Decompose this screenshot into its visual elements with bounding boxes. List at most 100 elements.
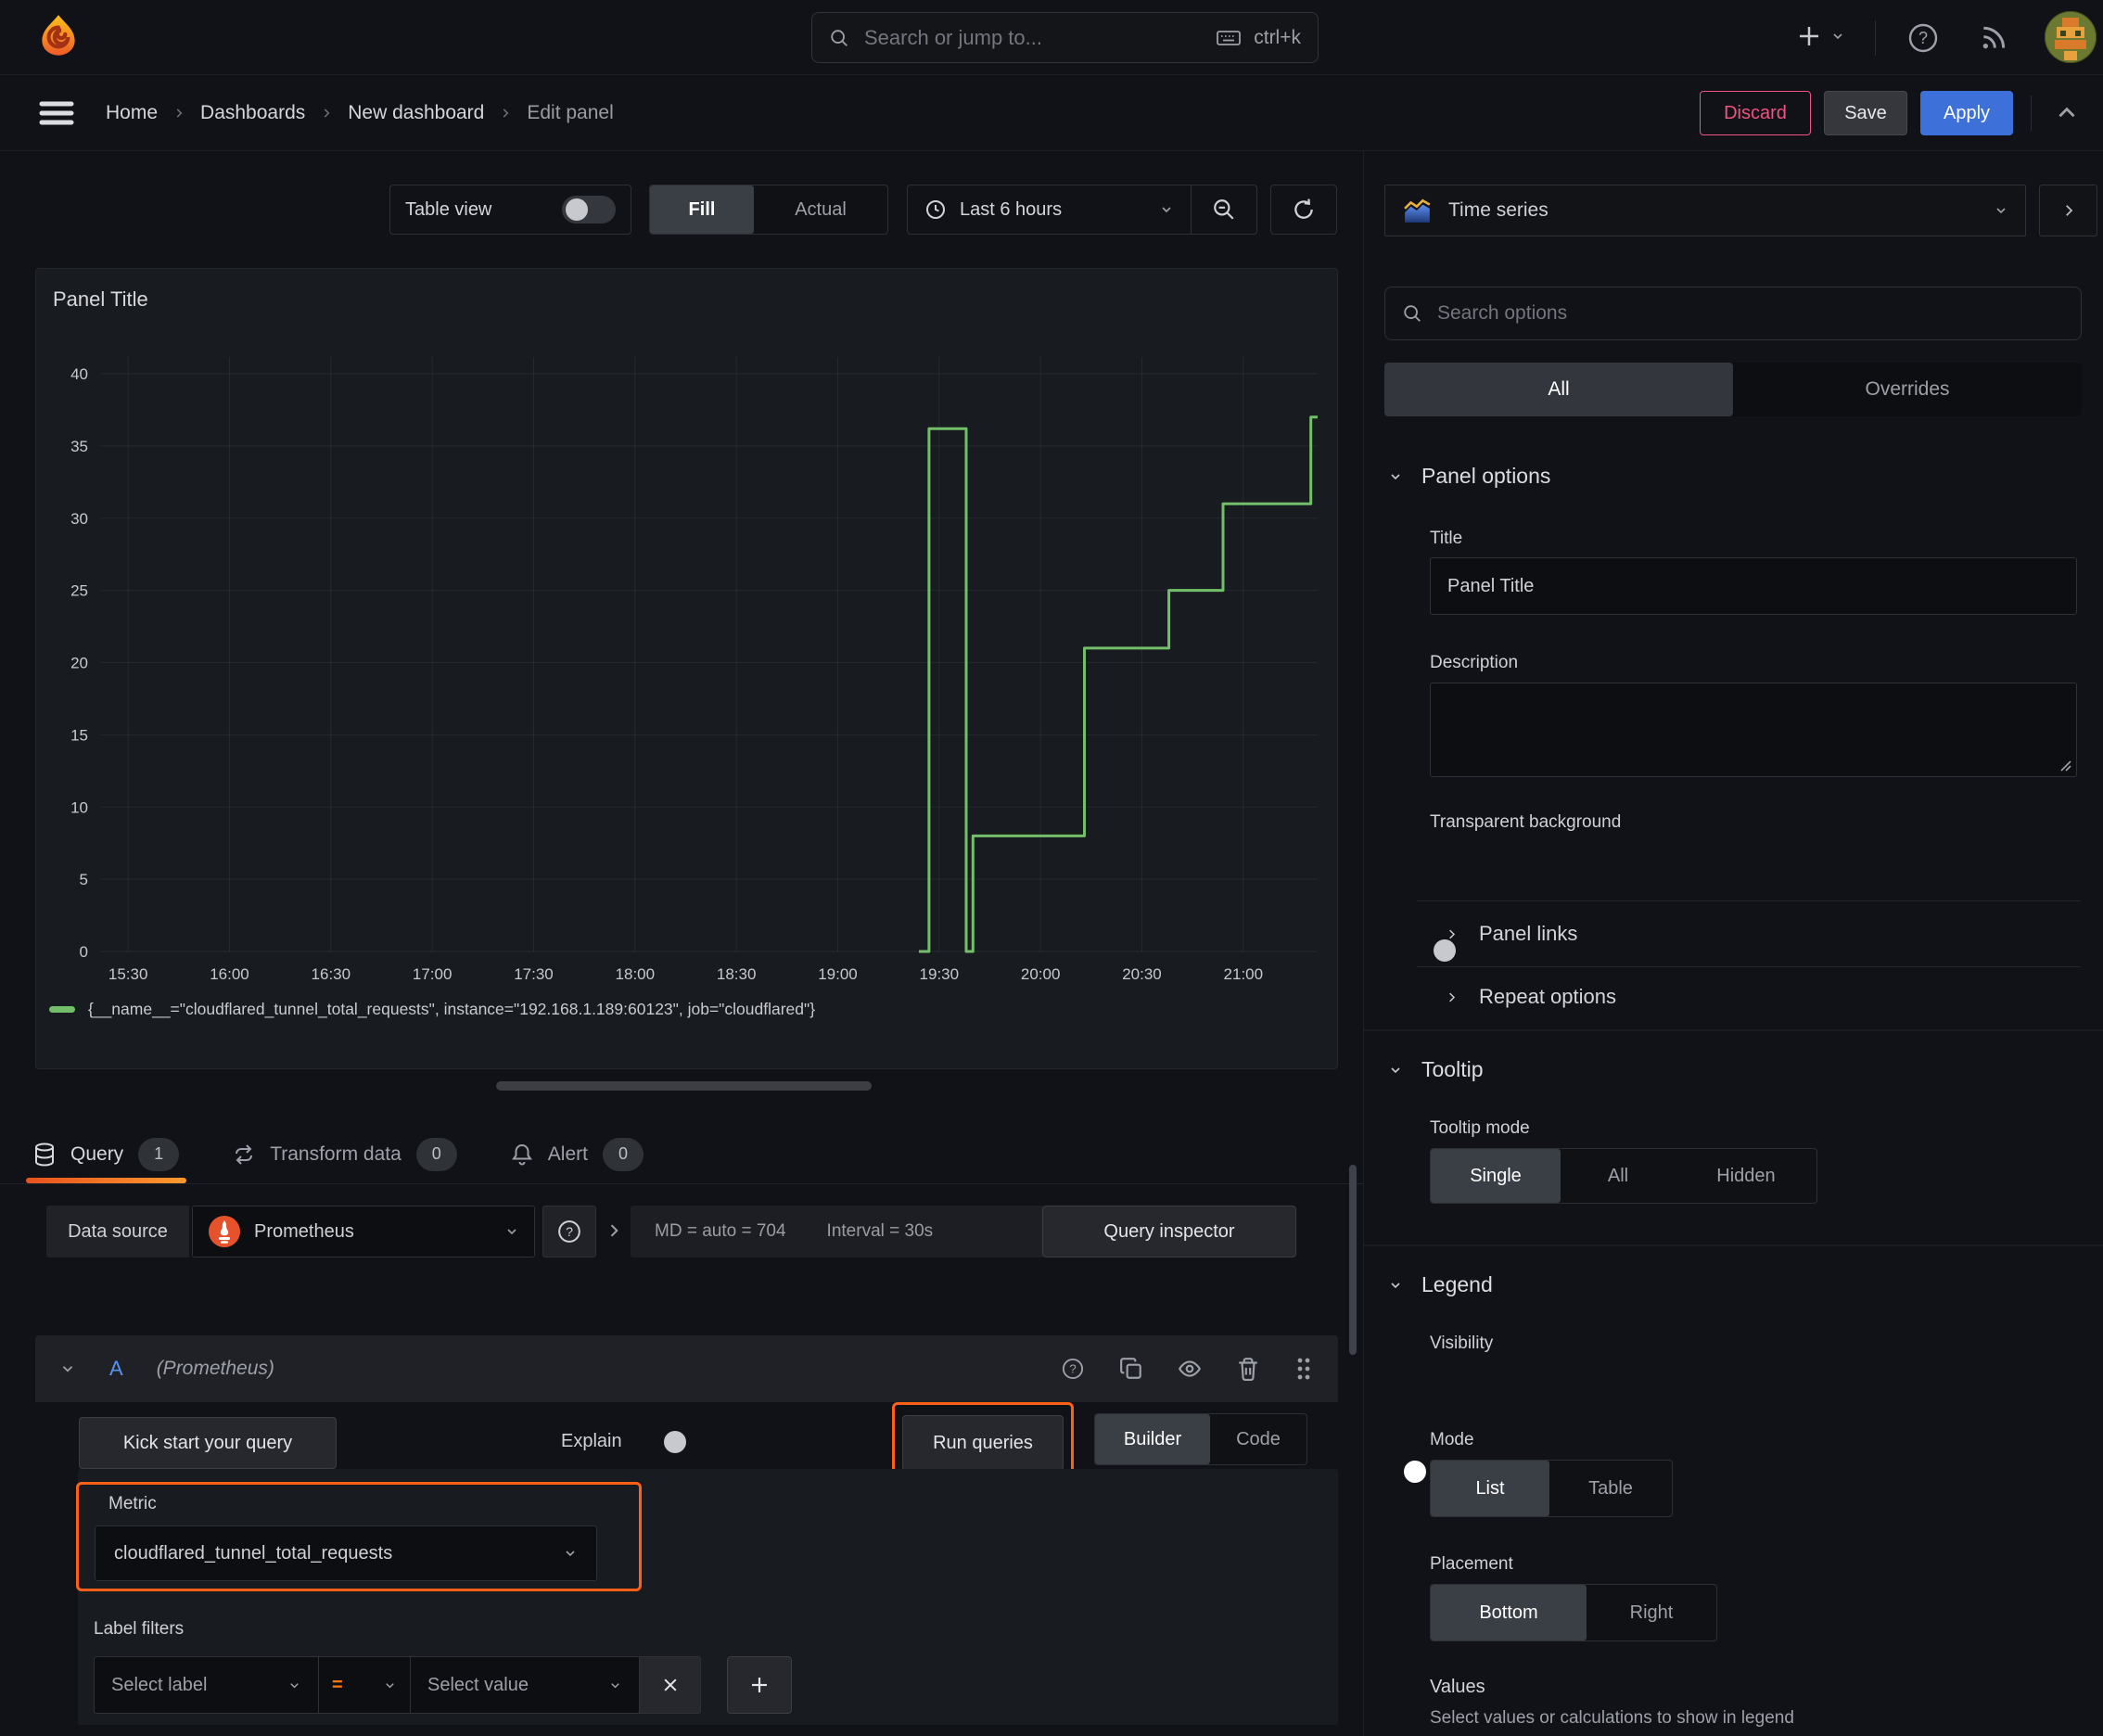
duplicate-query-icon[interactable] (1119, 1357, 1143, 1381)
global-search-box[interactable]: ctrl+k (811, 12, 1319, 63)
svg-text:19:30: 19:30 (920, 965, 960, 983)
add-filter-button[interactable] (727, 1656, 792, 1714)
query-inspector-button[interactable]: Query inspector (1042, 1206, 1296, 1257)
legend-mode-list[interactable]: List (1431, 1461, 1549, 1516)
table-view-toggle[interactable] (562, 196, 616, 223)
legend-series-label[interactable]: {__name__="cloudflared_tunnel_total_requ… (88, 1000, 815, 1019)
kick-start-query-button[interactable]: Kick start your query (79, 1417, 337, 1469)
tooltip-mode-all[interactable]: All (1561, 1149, 1676, 1203)
tab-query[interactable]: Query 1 (25, 1125, 187, 1183)
label-filter-value-select[interactable]: Select value (411, 1656, 640, 1714)
open-viz-picker-button[interactable] (2039, 185, 2097, 236)
tab-transform-data[interactable]: Transform data 0 (233, 1125, 457, 1183)
main-scrollbar[interactable] (1349, 1165, 1357, 1355)
refresh-button[interactable] (1270, 185, 1337, 235)
panel-resize-handle[interactable] (496, 1081, 872, 1091)
panel-title-input[interactable] (1430, 557, 2077, 615)
svg-text:15:30: 15:30 (108, 965, 148, 983)
tab-transform-label: Transform data (270, 1142, 401, 1165)
interval-stat: Interval = 30s (826, 1221, 934, 1241)
metric-select[interactable]: cloudflared_tunnel_total_requests (95, 1525, 597, 1581)
repeat-options-header[interactable]: Repeat options (1445, 985, 1616, 1009)
time-series-chart[interactable]: 0 5 10 15 20 25 30 35 40 15:30 16:00 16:30 17:00 17:3… (36, 269, 1337, 1068)
user-avatar[interactable] (2044, 10, 2097, 64)
tooltip-mode-label: Tooltip mode (1430, 1118, 1530, 1138)
chevron-down-icon[interactable] (59, 1360, 76, 1377)
add-menu-button[interactable] (1795, 22, 1845, 50)
svg-text:0: 0 (80, 943, 88, 961)
legend-mode-table[interactable]: Table (1549, 1461, 1672, 1516)
datasource-help-button[interactable]: ? (542, 1206, 596, 1257)
toggle-visibility-eye-icon[interactable] (1177, 1357, 1203, 1381)
svg-text:40: 40 (70, 365, 88, 383)
remove-filter-button[interactable] (640, 1656, 701, 1714)
svg-text:16:30: 16:30 (312, 965, 351, 983)
delete-query-trash-icon[interactable] (1236, 1357, 1260, 1381)
breadcrumb-dashboards[interactable]: Dashboards (200, 102, 305, 124)
time-range-label: Last 6 hours (960, 198, 1063, 220)
legend-series-swatch[interactable] (49, 1006, 75, 1013)
datasource-picker[interactable]: Prometheus (192, 1206, 535, 1257)
builder-option[interactable]: Builder (1095, 1414, 1210, 1464)
svg-text:?: ? (1918, 29, 1928, 47)
code-option[interactable]: Code (1210, 1414, 1306, 1464)
tab-alert[interactable]: Alert 0 (511, 1125, 644, 1183)
label-filter-operator-select[interactable]: = (319, 1656, 411, 1714)
table-view-toggle-group[interactable]: Table view (389, 185, 631, 235)
fill-option[interactable]: Fill (650, 185, 754, 234)
legend-section-header[interactable]: Legend (1388, 1272, 1493, 1297)
legend-placement-bottom[interactable]: Bottom (1431, 1585, 1587, 1640)
description-field-label: Description (1430, 653, 1519, 672)
query-row-header[interactable]: A (Prometheus) ? (35, 1335, 1338, 1402)
menu-hamburger-icon[interactable] (39, 99, 74, 127)
tooltip-mode-single[interactable]: Single (1431, 1149, 1561, 1203)
options-search-input[interactable] (1435, 301, 2064, 326)
collapse-options-chevron-icon[interactable] (605, 1219, 623, 1243)
chart-legend[interactable]: {__name__="cloudflared_tunnel_total_requ… (49, 1000, 815, 1019)
metric-highlight: Metric cloudflared_tunnel_total_requests (76, 1482, 642, 1591)
tooltip-mode-hidden[interactable]: Hidden (1676, 1149, 1816, 1203)
visibility-label: Visibility (1430, 1334, 1494, 1353)
query-datasource-hint: (Prometheus) (156, 1358, 274, 1379)
drag-handle-grip-icon[interactable] (1294, 1356, 1314, 1382)
zoom-out-button[interactable] (1192, 185, 1256, 234)
news-rss-icon[interactable] (1979, 23, 2008, 53)
options-search-box[interactable] (1384, 287, 2082, 340)
legend-placement-right[interactable]: Right (1587, 1585, 1716, 1640)
label-filter-key-select[interactable]: Select label (94, 1656, 319, 1714)
panel-options-header[interactable]: Panel options (1388, 464, 1550, 489)
chevron-right-icon (320, 107, 333, 120)
tab-query-count: 1 (138, 1137, 180, 1171)
chevron-down-icon (1994, 203, 2008, 218)
datasource-name: Prometheus (254, 1220, 354, 1242)
resize-handle-icon[interactable] (2058, 758, 2072, 772)
panel-description-textarea[interactable] (1430, 683, 2077, 777)
breadcrumb-home[interactable]: Home (106, 102, 158, 124)
search-shortcut: ctrl+k (1254, 26, 1301, 48)
tab-all-options[interactable]: All (1384, 363, 1733, 416)
collapse-pane-chevron-up-icon[interactable] (2053, 101, 2081, 125)
prometheus-icon (208, 1215, 241, 1248)
save-button[interactable]: Save (1824, 91, 1907, 135)
actual-option[interactable]: Actual (754, 185, 887, 234)
tab-all-label: All (1548, 378, 1570, 400)
visualization-picker[interactable]: Time series (1384, 185, 2026, 236)
discard-button[interactable]: Discard (1700, 91, 1811, 135)
query-help-icon[interactable]: ? (1060, 1356, 1086, 1382)
keyboard-icon (1217, 28, 1242, 48)
query-ref-id[interactable]: A (109, 1357, 123, 1381)
search-input[interactable] (862, 24, 1204, 51)
tab-overrides[interactable]: Overrides (1733, 363, 2082, 416)
tooltip-section-header[interactable]: Tooltip (1388, 1057, 1483, 1082)
grafana-logo[interactable] (35, 12, 82, 62)
apply-button[interactable]: Apply (1920, 91, 2013, 135)
top-nav-bar: ctrl+k ? (0, 0, 2103, 75)
legend-values-label: Values (1430, 1677, 1485, 1697)
topbar-divider (1875, 20, 1876, 56)
time-range-picker[interactable]: Last 6 hours (908, 185, 1191, 234)
panel-links-header[interactable]: Panel links (1445, 922, 1577, 946)
run-queries-button[interactable]: Run queries (902, 1415, 1064, 1471)
help-icon[interactable]: ? (1906, 21, 1940, 55)
svg-text:25: 25 (70, 582, 88, 600)
breadcrumb-new-dashboard[interactable]: New dashboard (348, 102, 484, 124)
